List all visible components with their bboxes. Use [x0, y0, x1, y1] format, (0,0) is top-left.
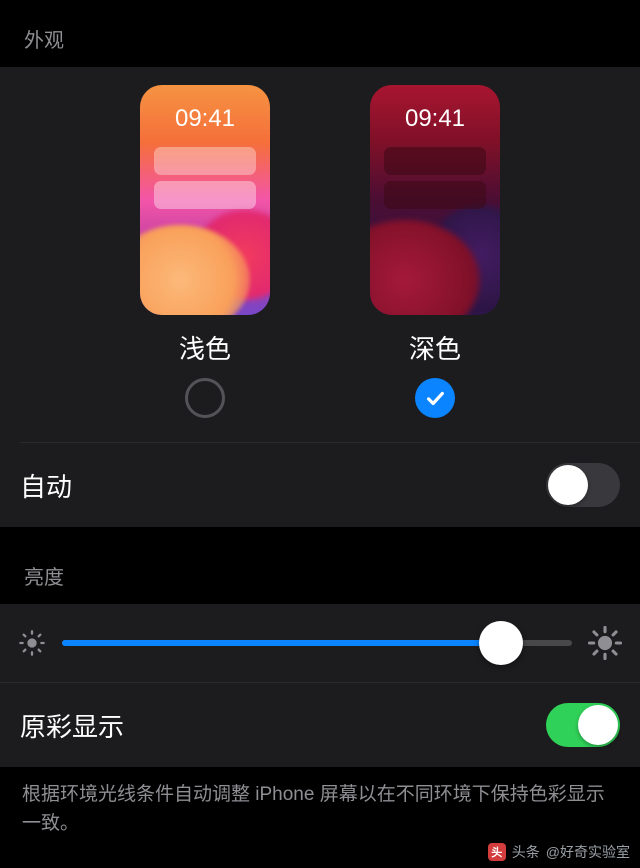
- dark-mode-label: 深色: [409, 329, 461, 366]
- checkmark-icon: [424, 387, 446, 409]
- preview-time: 09:41: [140, 105, 270, 133]
- toggle-knob: [548, 465, 588, 505]
- preview-widget: [384, 147, 486, 175]
- slider-track-fill: [62, 640, 501, 646]
- preview-widget: [384, 181, 486, 209]
- preview-widget: [154, 181, 256, 209]
- appearance-option-dark[interactable]: 09:41 深色: [370, 85, 500, 418]
- true-tone-description: 根据环境光线条件自动调整 iPhone 屏幕以在不同环境下保持色彩显示一致。: [0, 767, 640, 848]
- true-tone-label: 原彩显示: [20, 707, 124, 744]
- slider-thumb[interactable]: [479, 621, 523, 665]
- appearance-section-header: 外观: [0, 0, 640, 67]
- light-mode-preview: 09:41: [140, 85, 270, 315]
- dark-mode-preview: 09:41: [370, 85, 500, 315]
- preview-time: 09:41: [370, 105, 500, 133]
- appearance-options-row: 09:41 浅色 09:41 深色: [0, 85, 640, 418]
- brightness-slider[interactable]: [62, 640, 572, 646]
- auto-appearance-label: 自动: [20, 467, 72, 504]
- appearance-panel: 09:41 浅色 09:41 深色 自动: [0, 67, 640, 527]
- preview-widget: [154, 147, 256, 175]
- brightness-section-header: 亮度: [0, 527, 640, 604]
- true-tone-row: 原彩显示: [0, 682, 640, 767]
- auto-appearance-toggle[interactable]: [546, 463, 620, 507]
- watermark-logo-icon: 头: [488, 843, 506, 861]
- light-mode-radio[interactable]: [185, 378, 225, 418]
- toggle-knob: [578, 705, 618, 745]
- brightness-low-icon: [18, 629, 46, 657]
- dark-mode-radio[interactable]: [415, 378, 455, 418]
- watermark: 头 头条 @好奇实验室: [488, 842, 630, 862]
- auto-appearance-row: 自动: [0, 443, 640, 527]
- watermark-handle: @好奇实验室: [546, 842, 630, 862]
- brightness-panel: 原彩显示: [0, 604, 640, 767]
- true-tone-toggle[interactable]: [546, 703, 620, 747]
- brightness-slider-row: [0, 604, 640, 682]
- appearance-option-light[interactable]: 09:41 浅色: [140, 85, 270, 418]
- light-mode-label: 浅色: [179, 329, 231, 366]
- watermark-prefix: 头条: [512, 842, 540, 862]
- brightness-high-icon: [588, 626, 622, 660]
